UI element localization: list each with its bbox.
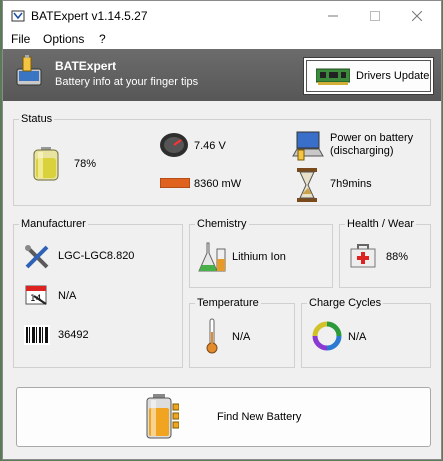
power-state-line2: (discharging) xyxy=(330,145,394,157)
menu-options[interactable]: Options xyxy=(43,32,84,46)
find-new-battery-label: Find New Battery xyxy=(217,411,302,423)
hourglass-icon xyxy=(297,168,317,202)
time-left-value: 7h9mins xyxy=(330,178,372,190)
cycle-icon xyxy=(312,321,342,351)
temperature-value: N/A xyxy=(232,331,251,343)
title-bar: BATExpert v1.14.5.27 xyxy=(3,1,441,31)
temperature-group: Temperature N/A xyxy=(189,297,295,368)
maximize-icon xyxy=(370,11,380,21)
tools-icon xyxy=(25,245,49,269)
flask-icon xyxy=(198,242,226,272)
thermometer-icon xyxy=(206,318,218,354)
voltage-value: 7.46 V xyxy=(194,140,226,152)
manufacturer-group: Manufacturer LGC-LGC8.820 14 N/A 36492 xyxy=(13,218,183,368)
drivers-update-button[interactable]: Drivers Update xyxy=(303,57,434,95)
status-group: Status 78% 7.46 V 8360 mW Power on batte… xyxy=(13,113,431,206)
menu-file[interactable]: File xyxy=(11,32,30,46)
health-group: Health / Wear 88% xyxy=(339,218,431,288)
close-icon xyxy=(412,11,422,21)
status-title: Status xyxy=(19,113,55,125)
banner-subtitle: Battery info at your finger tips xyxy=(55,76,199,88)
circuit-board-icon xyxy=(316,68,350,85)
charge-cycles-value: N/A xyxy=(348,331,367,343)
health-value: 88% xyxy=(386,251,409,263)
close-button[interactable] xyxy=(397,5,437,27)
laptop-icon xyxy=(292,131,324,161)
menu-help[interactable]: ? xyxy=(99,32,106,46)
chemistry-value: Lithium Ion xyxy=(232,251,286,263)
manufacturer-name: LGC-LGC8.820 xyxy=(58,250,135,262)
manufacturer-title: Manufacturer xyxy=(19,218,88,230)
app-icon xyxy=(11,10,25,22)
menu-bar: File Options ? xyxy=(3,31,441,49)
header-banner: BATExpert Battery info at your finger ti… xyxy=(3,49,441,101)
drivers-update-label: Drivers Update xyxy=(356,70,430,82)
temperature-title: Temperature xyxy=(195,297,261,309)
barcode-icon xyxy=(24,325,50,345)
power-state-line1: Power on battery xyxy=(330,132,414,144)
chemistry-group: Chemistry Lithium Ion xyxy=(189,218,333,288)
chemistry-title: Chemistry xyxy=(195,218,249,230)
power-value: 8360 mW xyxy=(194,178,242,190)
battery-app-icon xyxy=(16,55,42,86)
window-title: BATExpert v1.14.5.27 xyxy=(31,9,148,23)
manufacture-date: N/A xyxy=(58,290,77,302)
charge-cycles-group: Charge Cycles N/A xyxy=(301,297,431,368)
minimize-button[interactable] xyxy=(313,5,353,27)
calendar-icon: 14 xyxy=(25,285,47,305)
battery-icon xyxy=(33,147,59,181)
minimize-icon xyxy=(328,15,338,17)
charge-cycles-title: Charge Cycles xyxy=(307,297,384,309)
big-battery-icon xyxy=(146,394,179,439)
charge-value: 78% xyxy=(74,158,97,170)
power-bar-icon xyxy=(160,178,190,188)
gauge-icon xyxy=(160,133,188,157)
find-new-battery-button[interactable]: Find New Battery xyxy=(16,387,431,447)
serial-number: 36492 xyxy=(58,329,89,341)
banner-title: BATExpert xyxy=(55,59,117,73)
app-window: BATExpert v1.14.5.27 File Options ? BATE… xyxy=(2,0,442,460)
maximize-button[interactable] xyxy=(355,5,395,27)
first-aid-icon xyxy=(350,244,376,268)
health-title: Health / Wear xyxy=(345,218,417,230)
